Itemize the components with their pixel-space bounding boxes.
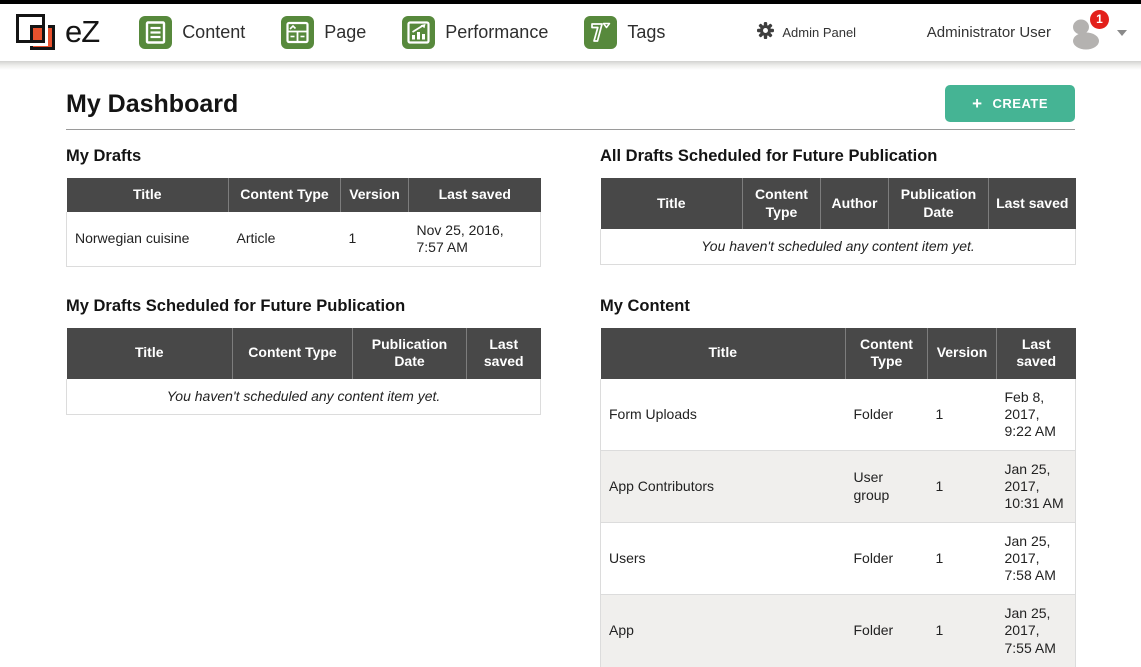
cell-version: 1 — [928, 379, 997, 451]
column-header: Version — [928, 328, 997, 379]
empty-state-message: You haven't scheduled any content item y… — [601, 229, 1076, 265]
column-header: Last saved — [409, 178, 541, 212]
plus-icon: + — [972, 97, 982, 110]
nav-label-performance: Performance — [445, 22, 548, 43]
my-drafts-section: My Drafts Title Content Type Version Las… — [66, 147, 540, 267]
empty-state-row: You haven't scheduled any content item y… — [601, 229, 1076, 265]
dashboard-row-1: My Drafts Title Content Type Version Las… — [66, 147, 1075, 267]
column-header: Title — [67, 328, 233, 379]
tags-icon — [584, 16, 617, 49]
cell-version: 1 — [928, 523, 997, 595]
my-content-table: Title Content Type Version Last saved Fo… — [600, 328, 1076, 667]
column-header: Author — [821, 178, 889, 229]
column-header: Last saved — [467, 328, 541, 379]
empty-state-row: You haven't scheduled any content item y… — [67, 379, 541, 415]
nav-item-content[interactable]: Content — [139, 16, 245, 49]
column-header: Content Type — [229, 178, 341, 212]
cell-title: Form Uploads — [601, 379, 846, 451]
table-header-row: Title Content Type Publication Date Last… — [67, 328, 541, 379]
nav-label-content: Content — [182, 22, 245, 43]
cell-last-saved: Nov 25, 2016, 7:57 AM — [409, 212, 541, 267]
table-header-row: Title Content Type Author Publication Da… — [601, 178, 1076, 229]
page-header: My Dashboard + CREATE — [66, 90, 1075, 130]
cell-content-type: Article — [229, 212, 341, 267]
all-drafts-scheduled-section: All Drafts Scheduled for Future Publicat… — [600, 147, 1075, 267]
my-drafts-scheduled-section: My Drafts Scheduled for Future Publicati… — [66, 297, 540, 667]
table-row[interactable]: Norwegian cuisine Article 1 Nov 25, 2016… — [67, 212, 541, 267]
column-header: Title — [601, 328, 846, 379]
my-content-heading: My Content — [600, 297, 1075, 316]
my-drafts-table: Title Content Type Version Last saved No… — [66, 178, 541, 267]
logo-outline-square — [16, 14, 45, 43]
column-header: Content Type — [233, 328, 353, 379]
my-drafts-scheduled-heading: My Drafts Scheduled for Future Publicati… — [66, 297, 540, 316]
column-header: Content Type — [846, 328, 928, 379]
table-row[interactable]: App Contributors User group 1 Jan 25, 20… — [601, 450, 1076, 522]
page-title: My Dashboard — [66, 90, 1075, 119]
chevron-down-icon — [1117, 30, 1127, 36]
cell-version: 1 — [341, 212, 409, 267]
nav-item-performance[interactable]: Performance — [402, 16, 548, 49]
user-menu[interactable]: Administrator User 1 — [927, 16, 1127, 50]
table-row[interactable]: App Folder 1 Jan 25, 2017, 7:55 AM — [601, 595, 1076, 667]
cell-title: Norwegian cuisine — [67, 212, 229, 267]
cell-last-saved: Jan 25, 2017, 10:31 AM — [997, 450, 1076, 522]
column-header: Version — [341, 178, 409, 212]
nav-item-tags[interactable]: Tags — [584, 16, 665, 49]
column-header: Publication Date — [353, 328, 467, 379]
admin-panel-label: Admin Panel — [782, 25, 856, 40]
ez-logo-icon — [16, 13, 60, 53]
ez-logo[interactable]: eZ — [16, 13, 99, 53]
column-header: Last saved — [989, 178, 1076, 229]
notification-badge[interactable]: 1 — [1090, 10, 1109, 29]
avatar: 1 — [1065, 16, 1105, 50]
logo-text: eZ — [65, 14, 99, 50]
column-header: Publication Date — [889, 178, 989, 229]
empty-state-message: You haven't scheduled any content item y… — [67, 379, 541, 415]
column-header: Title — [67, 178, 229, 212]
cell-last-saved: Feb 8, 2017, 9:22 AM — [997, 379, 1076, 451]
cell-title: Users — [601, 523, 846, 595]
content-icon — [139, 16, 172, 49]
my-drafts-heading: My Drafts — [66, 147, 540, 166]
nav-item-page[interactable]: Page — [281, 16, 366, 49]
gear-icon — [757, 22, 774, 44]
all-drafts-scheduled-heading: All Drafts Scheduled for Future Publicat… — [600, 147, 1075, 166]
cell-content-type: Folder — [846, 523, 928, 595]
my-content-section: My Content Title Content Type Version La… — [600, 297, 1075, 667]
cell-title: App Contributors — [601, 450, 846, 522]
dashboard-row-2: My Drafts Scheduled for Future Publicati… — [66, 297, 1075, 667]
dashboard-page: My Dashboard + CREATE My Drafts Title Co… — [0, 90, 1141, 667]
admin-panel-button[interactable]: Admin Panel — [757, 22, 856, 44]
top-navigation-bar: eZ Content — [0, 4, 1141, 61]
table-row[interactable]: Form Uploads Folder 1 Feb 8, 2017, 9:22 … — [601, 379, 1076, 451]
cell-version: 1 — [928, 595, 997, 667]
column-header: Content Type — [743, 178, 821, 229]
cell-version: 1 — [928, 450, 997, 522]
nav-shadow — [0, 61, 1141, 70]
nav-items: Content Page — [139, 16, 665, 49]
nav-label-page: Page — [324, 22, 366, 43]
cell-last-saved: Jan 25, 2017, 7:58 AM — [997, 523, 1076, 595]
page-icon — [281, 16, 314, 49]
create-button-label: CREATE — [993, 96, 1048, 111]
cell-content-type: Folder — [846, 379, 928, 451]
cell-content-type: User group — [846, 450, 928, 522]
table-header-row: Title Content Type Version Last saved — [67, 178, 541, 212]
column-header: Last saved — [997, 328, 1076, 379]
performance-icon — [402, 16, 435, 49]
cell-content-type: Folder — [846, 595, 928, 667]
user-name: Administrator User — [927, 24, 1051, 41]
nav-label-tags: Tags — [627, 22, 665, 43]
all-drafts-scheduled-table: Title Content Type Author Publication Da… — [600, 178, 1076, 265]
cell-title: App — [601, 595, 846, 667]
table-header-row: Title Content Type Version Last saved — [601, 328, 1076, 379]
create-button[interactable]: + CREATE — [945, 85, 1075, 122]
table-row[interactable]: Users Folder 1 Jan 25, 2017, 7:58 AM — [601, 523, 1076, 595]
cell-last-saved: Jan 25, 2017, 7:55 AM — [997, 595, 1076, 667]
column-header: Title — [601, 178, 743, 229]
my-drafts-scheduled-table: Title Content Type Publication Date Last… — [66, 328, 541, 415]
